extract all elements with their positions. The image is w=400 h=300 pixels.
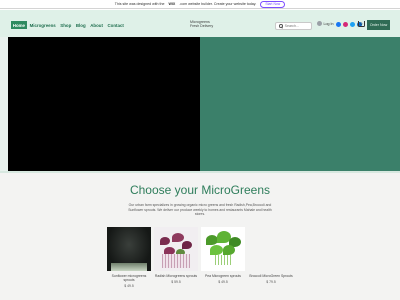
wix-logo: WIX <box>168 2 176 6</box>
nav-item-about[interactable]: About <box>88 21 104 29</box>
instagram-icon[interactable] <box>343 22 348 27</box>
main-nav: Home Microgreens Shop Blog About Contact <box>11 21 126 29</box>
product-name[interactable]: Broccoli MicroGreen Sprouts <box>249 274 293 278</box>
product-image[interactable] <box>249 227 293 271</box>
product-price: $ 59.5 <box>171 280 181 285</box>
banner-text-after: .com website builder. Create your websit… <box>179 2 257 6</box>
cart-icon[interactable]: 0 <box>358 21 365 27</box>
facebook-icon[interactable] <box>336 22 341 27</box>
product-name[interactable]: Pea Microgreen sprouts <box>201 274 245 278</box>
leaf-shape <box>210 245 223 255</box>
product-card[interactable]: Pea Microgreen sprouts $ 49.5 <box>201 227 245 284</box>
product-price: $ 79.5 <box>266 280 276 285</box>
order-now-button[interactable]: Order Now <box>367 20 390 30</box>
leaf-shape <box>182 241 192 249</box>
nav-item-contact[interactable]: Contact <box>106 21 126 29</box>
product-card[interactable]: Broccoli MicroGreen Sprouts $ 79.5 <box>249 227 293 284</box>
banner-text-before: This site was designed with the <box>114 2 165 6</box>
avatar-icon <box>317 21 322 26</box>
leaf-shape <box>223 245 235 255</box>
hero-panel <box>200 37 400 172</box>
product-image[interactable] <box>154 227 198 271</box>
nav-item-shop[interactable]: Shop <box>59 21 74 29</box>
product-price: $ 49.5 <box>124 284 134 289</box>
hero-section <box>0 37 400 172</box>
product-image[interactable] <box>107 227 151 271</box>
stems-shape <box>215 255 231 265</box>
nav-item-microgreens[interactable]: Microgreens <box>28 21 58 29</box>
start-now-button[interactable]: Start Now <box>260 0 286 8</box>
product-card[interactable]: Sunflower microgreens sprouts $ 49.5 <box>107 227 151 288</box>
leaf-shape <box>172 233 184 242</box>
brand-line-2: Fresh Delivery <box>190 24 214 29</box>
section-description: Our urban farm specializes in growing or… <box>128 203 272 217</box>
nav-item-blog[interactable]: Blog <box>74 21 87 29</box>
stems-shape <box>162 254 190 268</box>
leaf-shape <box>160 237 170 245</box>
search-box[interactable]: Search... <box>275 22 312 30</box>
wix-banner: This site was designed with the WIX .com… <box>0 0 400 9</box>
product-name[interactable]: Radish Microgreens sprouts <box>154 274 198 278</box>
product-card[interactable]: Radish Microgreens sprouts $ 59.5 <box>154 227 198 284</box>
login-link[interactable]: Log In <box>317 21 334 26</box>
hero-video[interactable] <box>8 37 200 172</box>
product-price: $ 49.5 <box>218 280 228 285</box>
login-label: Log In <box>323 21 334 26</box>
nav-item-home[interactable]: Home <box>11 21 27 29</box>
search-icon <box>279 24 283 28</box>
product-name[interactable]: Sunflower microgreens sprouts <box>107 274 151 282</box>
site-brand[interactable]: Microgreens Fresh Delivery <box>190 20 230 29</box>
search-input[interactable]: Search... <box>285 24 299 28</box>
product-image[interactable] <box>201 227 245 271</box>
twitter-icon[interactable] <box>350 22 355 27</box>
section-title: Choose your MicroGreens <box>129 183 271 197</box>
